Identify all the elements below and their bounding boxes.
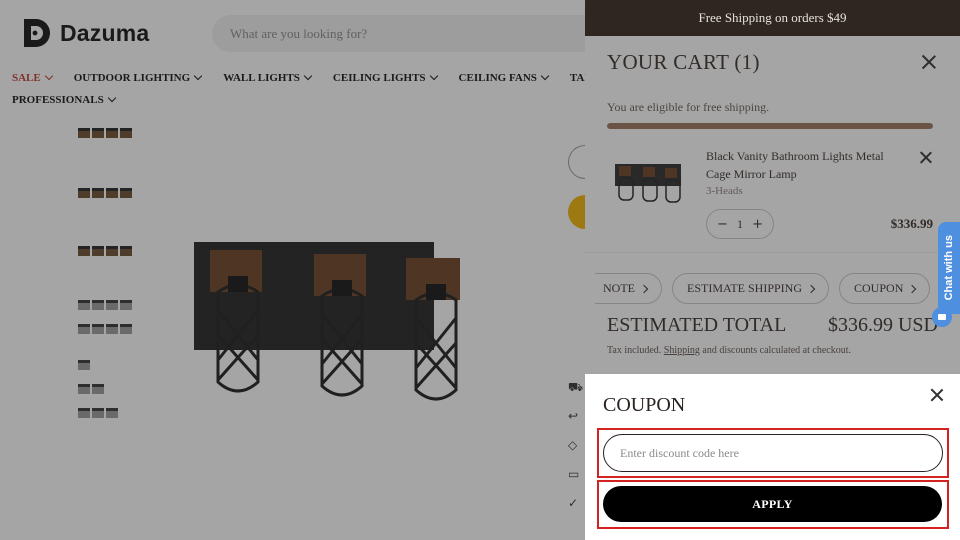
coupon-panel: COUPON APPLY [585, 374, 960, 540]
coupon-title: COUPON [603, 394, 686, 416]
drawer-overlay[interactable] [585, 36, 960, 374]
apply-button[interactable]: APPLY [603, 486, 942, 522]
shipping-banner: Free Shipping on orders $49 [585, 0, 960, 36]
discount-code-input[interactable] [603, 434, 943, 472]
coupon-close-icon[interactable] [930, 388, 944, 402]
chat-bubble-icon[interactable] [932, 307, 952, 327]
chat-widget-tab[interactable]: Chat with us [938, 222, 960, 314]
